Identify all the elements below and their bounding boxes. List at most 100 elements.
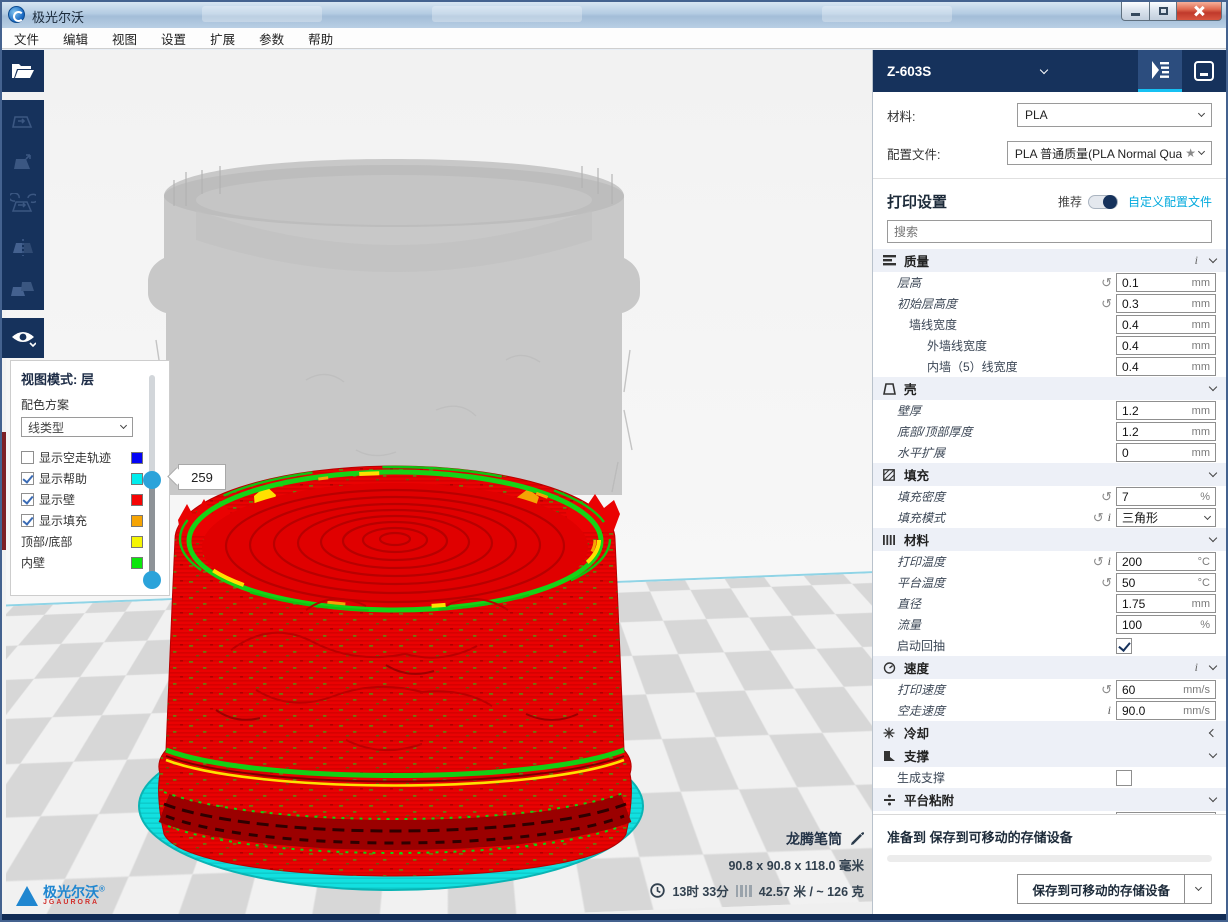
setting-input[interactable]: 60mm/s (1116, 680, 1216, 699)
setting-input[interactable]: 100% (1116, 615, 1216, 634)
profile-label: 配置文件: (887, 144, 1007, 163)
printer-select[interactable]: Z-603S (873, 64, 1138, 79)
chevron-down-icon (1209, 662, 1217, 670)
show-travels-checkbox[interactable] (21, 451, 34, 464)
reset-icon[interactable]: ↺ (1101, 275, 1112, 291)
app-body: 259 龙腾笔筒 90.8 x 90.8 x 118.0 毫米 13时 33分 (2, 50, 1226, 914)
slider-track-lower[interactable] (149, 479, 155, 579)
show-infill-checkbox[interactable] (21, 514, 34, 527)
reset-icon[interactable]: ↺ (1101, 489, 1112, 505)
section-header-material[interactable]: 材料 (873, 528, 1226, 551)
mirror-tool-button[interactable] (2, 226, 44, 268)
setting-input[interactable]: 0mm (1116, 443, 1216, 462)
save-to-removable-button[interactable]: 保存到可移动的存储设备 (1017, 874, 1212, 904)
rotate-tool-button[interactable] (2, 184, 44, 226)
setting-row: 水平扩展 0mm (873, 442, 1226, 463)
ready-status: 准备到 保存到可移动的存储设备 (887, 827, 1212, 846)
menu-file[interactable]: 文件 (14, 29, 39, 48)
per-model-settings-button[interactable] (2, 268, 44, 310)
tab-monitor[interactable] (1182, 50, 1226, 92)
show-shell-checkbox[interactable] (21, 493, 34, 506)
toolbar-open (2, 50, 44, 92)
layer-option-row: 内壁 (21, 552, 143, 573)
mirror-tool-icon (11, 235, 35, 259)
tab-prepare-slice[interactable] (1138, 50, 1182, 92)
model-dimensions: 90.8 x 90.8 x 118.0 毫米 (650, 855, 864, 874)
retraction-checkbox[interactable] (1116, 638, 1132, 654)
scale-tool-button[interactable] (2, 142, 44, 184)
setting-input[interactable]: 0.4mm (1116, 357, 1216, 376)
menu-help[interactable]: 帮助 (308, 29, 333, 48)
show-helpers-checkbox[interactable] (21, 472, 34, 485)
info-icon: i (1108, 510, 1111, 525)
section-header-cooling[interactable]: 冷却 (873, 721, 1226, 744)
recommended-label: 推荐 (1058, 193, 1082, 210)
chevron-down-icon (1209, 794, 1217, 802)
save-options-dropdown[interactable] (1184, 875, 1211, 903)
setting-input[interactable]: 50°C (1116, 573, 1216, 592)
setting-input[interactable]: 0.4mm (1116, 315, 1216, 334)
section-header-support[interactable]: 支撑 (873, 744, 1226, 767)
print-time: 13时 33分 (672, 881, 728, 900)
print-settings-title: 打印设置 (887, 191, 1058, 212)
printer-header: Z-603S (873, 50, 1226, 92)
layer-range-slider[interactable] (145, 375, 159, 591)
setting-input[interactable]: 200°C (1116, 552, 1216, 571)
slider-handle-top[interactable] (143, 471, 161, 489)
setting-input[interactable]: 0.3mm (1116, 294, 1216, 313)
menu-parameters[interactable]: 参数 (259, 29, 284, 48)
menu-view[interactable]: 视图 (112, 29, 137, 48)
layer-option-row: 显示空走轨迹 (21, 447, 143, 468)
generate-support-checkbox[interactable] (1116, 770, 1132, 786)
cooling-icon (883, 727, 897, 739)
setting-row: 生成支撑 (873, 767, 1226, 788)
section-header-infill[interactable]: 填充 (873, 463, 1226, 486)
color-scheme-select[interactable]: 线类型 (21, 417, 133, 437)
section-header-speed[interactable]: 速度 i (873, 656, 1226, 679)
edit-pencil-icon[interactable] (850, 832, 864, 846)
setting-input[interactable]: 1.2mm (1116, 401, 1216, 420)
move-tool-icon (11, 109, 35, 133)
chevron-down-icon (120, 422, 127, 429)
setting-input[interactable]: 0.1mm (1116, 273, 1216, 292)
open-file-button[interactable] (2, 50, 44, 92)
setting-row: 层高 ↺ 0.1mm (873, 272, 1226, 293)
travels-color-swatch (131, 452, 143, 464)
material-icon (883, 534, 897, 546)
setting-input[interactable]: 0.4mm (1116, 336, 1216, 355)
move-tool-button[interactable] (2, 100, 44, 142)
slider-track-upper[interactable] (149, 375, 155, 479)
setting-input[interactable]: 90.0mm/s (1116, 701, 1216, 720)
setting-row: 填充密度 ↺ 7% (873, 486, 1226, 507)
reset-icon[interactable]: ↺ (1101, 575, 1112, 591)
setting-input[interactable]: 1.2mm (1116, 422, 1216, 441)
section-header-shell[interactable]: 壳 (873, 377, 1226, 400)
layer-option-row: 显示填充 (21, 510, 143, 531)
minimize-button[interactable] (1121, 2, 1150, 21)
menu-edit[interactable]: 编辑 (63, 29, 88, 48)
setting-input[interactable]: 7% (1116, 487, 1216, 506)
view-mode-button[interactable] (2, 318, 44, 358)
close-button[interactable] (1177, 2, 1222, 21)
reset-icon[interactable]: ↺ (1101, 682, 1112, 698)
recommended-custom-toggle[interactable] (1088, 195, 1118, 209)
custom-profiles-link[interactable]: 自定义配置文件 (1128, 193, 1212, 210)
model-info: 龙腾笔筒 90.8 x 90.8 x 118.0 毫米 13时 33分 (650, 829, 864, 900)
setting-input[interactable]: 1.75mm (1116, 594, 1216, 613)
search-input[interactable] (887, 220, 1212, 243)
material-row: 材料: PLA (873, 100, 1226, 130)
setting-select[interactable]: 三角形 (1116, 508, 1216, 527)
maximize-button[interactable] (1150, 2, 1177, 21)
reset-icon[interactable]: ↺ (1093, 510, 1104, 526)
section-header-quality[interactable]: 质量 i (873, 249, 1226, 272)
section-header-adhesion[interactable]: 平台粘附 (873, 788, 1226, 811)
setting-row: 空走速度 i 90.0mm/s (873, 700, 1226, 721)
progress-bar (887, 855, 1212, 862)
reset-icon[interactable]: ↺ (1093, 554, 1104, 570)
reset-icon[interactable]: ↺ (1101, 296, 1112, 312)
slider-handle-bottom[interactable] (143, 571, 161, 589)
material-select[interactable]: PLA (1017, 103, 1212, 127)
menu-extensions[interactable]: 扩展 (210, 29, 235, 48)
profile-select[interactable]: PLA 普通质量(PLA Normal Qua ★ (1007, 141, 1212, 165)
menu-settings[interactable]: 设置 (161, 29, 186, 48)
